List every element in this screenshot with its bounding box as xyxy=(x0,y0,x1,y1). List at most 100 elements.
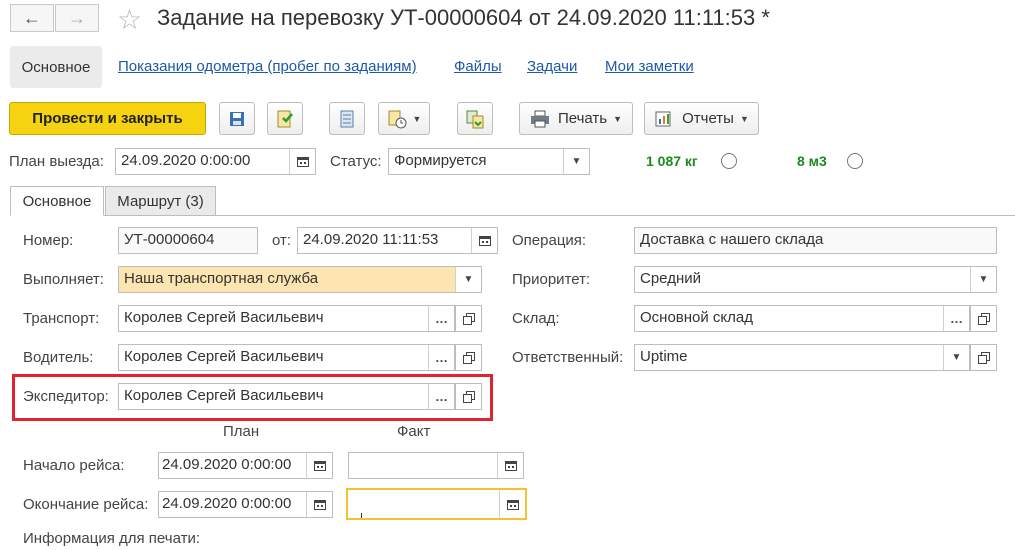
chevron-down-icon: ▼ xyxy=(463,274,474,285)
create-based-on-button[interactable]: ▼ xyxy=(378,102,430,135)
related-documents-icon xyxy=(466,110,484,128)
transport-select-button[interactable]: … xyxy=(428,306,454,331)
arrow-left-icon: ← xyxy=(23,7,41,28)
trip-end-plan-value: 24.09.2020 0:00:00 xyxy=(162,495,292,512)
status-value: Формируется xyxy=(394,152,487,169)
priority-select[interactable]: Средний ▼ xyxy=(634,266,997,293)
calendar-button[interactable] xyxy=(306,453,332,478)
responsible-select[interactable]: Uptime ▼ xyxy=(634,344,970,371)
plan-departure-value: 24.09.2020 0:00:00 xyxy=(121,152,251,169)
star-icon[interactable]: ☆ xyxy=(117,3,142,36)
printer-icon xyxy=(530,110,549,127)
executor-label: Выполняет: xyxy=(23,271,104,288)
driver-value: Королев Сергей Васильевич xyxy=(124,348,324,365)
print-label: Печать xyxy=(557,110,608,127)
forwarder-label: Экспедитор: xyxy=(23,388,109,405)
status-dropdown-button[interactable]: ▼ xyxy=(563,149,589,174)
trip-end-fact-value: . . : : xyxy=(363,513,431,518)
nav-link-notes[interactable]: Мои заметки xyxy=(605,58,694,75)
nav-main[interactable]: Основное xyxy=(10,46,102,88)
date-label: от: xyxy=(272,232,292,249)
forwarder-select-button[interactable]: … xyxy=(428,384,454,409)
post-document-icon xyxy=(277,110,293,127)
warehouse-field[interactable]: Основной склад … xyxy=(634,305,970,332)
trip-end-plan-field[interactable]: 24.09.2020 0:00:00 xyxy=(158,491,333,518)
operation-label: Операция: xyxy=(512,232,587,249)
forwarder-value: Королев Сергей Васильевич xyxy=(124,387,324,404)
chevron-down-icon: ▼ xyxy=(571,156,582,167)
responsible-dropdown-button[interactable]: ▼ xyxy=(943,345,969,370)
transport-open-button[interactable] xyxy=(455,305,482,332)
nav-link-files[interactable]: Файлы xyxy=(454,58,502,75)
calendar-button[interactable] xyxy=(306,492,332,517)
executor-dropdown-button[interactable]: ▼ xyxy=(455,267,481,292)
reports-button[interactable]: Отчеты ▼ xyxy=(644,102,759,135)
trip-end-label: Окончание рейса: xyxy=(23,496,149,513)
forwarder-open-button[interactable] xyxy=(455,383,482,410)
number-field[interactable]: УТ-00000604 xyxy=(118,227,258,254)
weight-status-circle-icon xyxy=(721,153,737,169)
print-button[interactable]: Печать ▼ xyxy=(519,102,633,135)
date-field[interactable]: 24.09.2020 11:11:53 xyxy=(297,227,498,254)
journal-button[interactable] xyxy=(329,102,365,135)
open-window-icon xyxy=(462,351,475,364)
volume-indicator: 8 м3 xyxy=(797,153,827,169)
driver-open-button[interactable] xyxy=(455,344,482,371)
calendar-button[interactable] xyxy=(471,228,497,253)
back-button[interactable]: ← xyxy=(10,4,54,32)
fact-column-heading: Факт xyxy=(397,423,431,440)
date-value: 24.09.2020 11:11:53 xyxy=(303,231,439,248)
forwarder-field[interactable]: Королев Сергей Васильевич … xyxy=(118,383,455,410)
calendar-button[interactable] xyxy=(289,149,315,174)
calendar-icon xyxy=(296,157,309,167)
window-title: Задание на перевозку УТ-00000604 от 24.0… xyxy=(157,5,770,30)
driver-select-button[interactable]: … xyxy=(428,345,454,370)
chevron-down-icon: ▼ xyxy=(412,113,422,124)
trip-start-plan-value: 24.09.2020 0:00:00 xyxy=(162,456,292,473)
trip-end-fact-field[interactable]: . . : : xyxy=(346,488,527,520)
transport-label: Транспорт: xyxy=(23,310,100,327)
open-window-icon xyxy=(977,312,990,325)
calendar-icon xyxy=(313,461,326,471)
priority-dropdown-button[interactable]: ▼ xyxy=(970,267,996,292)
list-icon xyxy=(340,110,354,127)
priority-value: Средний xyxy=(640,270,701,287)
warehouse-select-button[interactable]: … xyxy=(943,306,969,331)
tab-main[interactable]: Основное xyxy=(10,186,104,216)
tab-route[interactable]: Маршрут (3) xyxy=(105,186,216,216)
calendar-icon xyxy=(478,236,491,246)
save-icon xyxy=(230,111,244,126)
warehouse-value: Основной склад xyxy=(640,309,754,326)
plan-departure-field[interactable]: 24.09.2020 0:00:00 xyxy=(115,148,316,175)
calendar-icon xyxy=(506,499,519,510)
post-button[interactable] xyxy=(267,102,303,135)
reports-label: Отчеты xyxy=(682,110,734,127)
transport-field[interactable]: Королев Сергей Васильевич … xyxy=(118,305,455,332)
driver-label: Водитель: xyxy=(23,349,94,366)
forward-button[interactable]: → xyxy=(55,4,99,32)
nav-link-odometer[interactable]: Показания одометра (пробег по заданиям) xyxy=(118,58,417,75)
trip-start-plan-field[interactable]: 24.09.2020 0:00:00 xyxy=(158,452,333,479)
nav-link-tasks[interactable]: Задачи xyxy=(527,58,577,75)
status-label: Статус: xyxy=(330,153,382,170)
trip-start-fact-value: . . : : xyxy=(362,473,430,478)
report-icon xyxy=(655,111,671,126)
driver-field[interactable]: Королев Сергей Васильевич … xyxy=(118,344,455,371)
responsible-value: Uptime xyxy=(640,348,688,365)
warehouse-open-button[interactable] xyxy=(970,305,997,332)
open-window-icon xyxy=(462,312,475,325)
status-select[interactable]: Формируется ▼ xyxy=(388,148,590,175)
calendar-icon xyxy=(504,461,517,471)
trip-start-fact-field[interactable]: . . : : xyxy=(348,452,524,479)
open-window-icon xyxy=(977,351,990,364)
operation-field[interactable]: Доставка с нашего склада xyxy=(634,227,997,254)
calendar-button[interactable] xyxy=(499,490,525,518)
number-label: Номер: xyxy=(23,232,74,249)
structure-button[interactable] xyxy=(457,102,493,135)
post-and-close-button[interactable]: Провести и закрыть xyxy=(9,102,206,135)
calendar-button[interactable] xyxy=(497,453,523,478)
save-button[interactable] xyxy=(219,102,255,135)
executor-select[interactable]: Наша транспортная служба ▼ xyxy=(118,266,482,293)
responsible-label: Ответственный: xyxy=(512,349,624,366)
responsible-open-button[interactable] xyxy=(970,344,997,371)
